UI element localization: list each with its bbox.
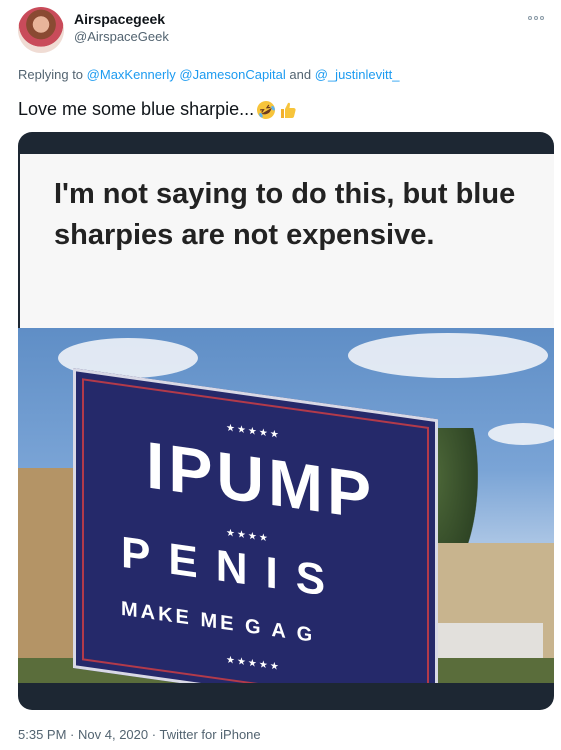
avatar[interactable]: [18, 7, 64, 53]
mention-link[interactable]: @JamesonCapital: [179, 67, 285, 82]
meme-photo: ★★★★★ IPUMP ★★★★ PENIS MAKE ME G A G ★★★…: [18, 328, 554, 683]
tweet-source[interactable]: Twitter for iPhone: [159, 727, 260, 742]
meta-separator: ·: [70, 727, 75, 742]
mention-link[interactable]: @MaxKennerly: [87, 67, 176, 82]
rolling-on-floor-laughing-emoji-icon: [257, 100, 276, 119]
tweet-media[interactable]: I'm not saying to do this, but blue shar…: [18, 132, 554, 710]
author-handle[interactable]: @AirspaceGeek: [74, 28, 169, 46]
tweet-metadata: 5:35 PM · Nov 4, 2020 · Twitter for iPho…: [18, 727, 261, 742]
replying-to: Replying to @MaxKennerly @JamesonCapital…: [18, 67, 400, 82]
meta-separator: ·: [151, 727, 157, 742]
replying-to-conjunction: and: [289, 67, 312, 82]
meme-caption: I'm not saying to do this, but blue shar…: [54, 178, 516, 251]
meme-caption-box: I'm not saying to do this, but blue shar…: [20, 154, 554, 336]
campaign-sign: ★★★★★ IPUMP ★★★★ PENIS MAKE ME G A G ★★★…: [73, 368, 438, 683]
more-options-icon[interactable]: [525, 12, 547, 24]
tweet-text-content: Love me some blue sharpie...: [18, 99, 255, 119]
tweet: Airspacegeek @AirspaceGeek Replying to @…: [0, 0, 561, 750]
tweet-text: Love me some blue sharpie...: [18, 99, 298, 120]
mention-link[interactable]: @_justinlevitt_: [315, 67, 400, 82]
replying-to-label: Replying to: [18, 67, 84, 82]
tweet-date[interactable]: Nov 4, 2020: [78, 727, 148, 742]
author-block[interactable]: Airspacegeek @AirspaceGeek: [74, 11, 169, 46]
thumbs-up-emoji-icon: [281, 102, 296, 118]
tweet-time[interactable]: 5:35 PM: [18, 727, 66, 742]
author-display-name[interactable]: Airspacegeek: [74, 11, 169, 28]
